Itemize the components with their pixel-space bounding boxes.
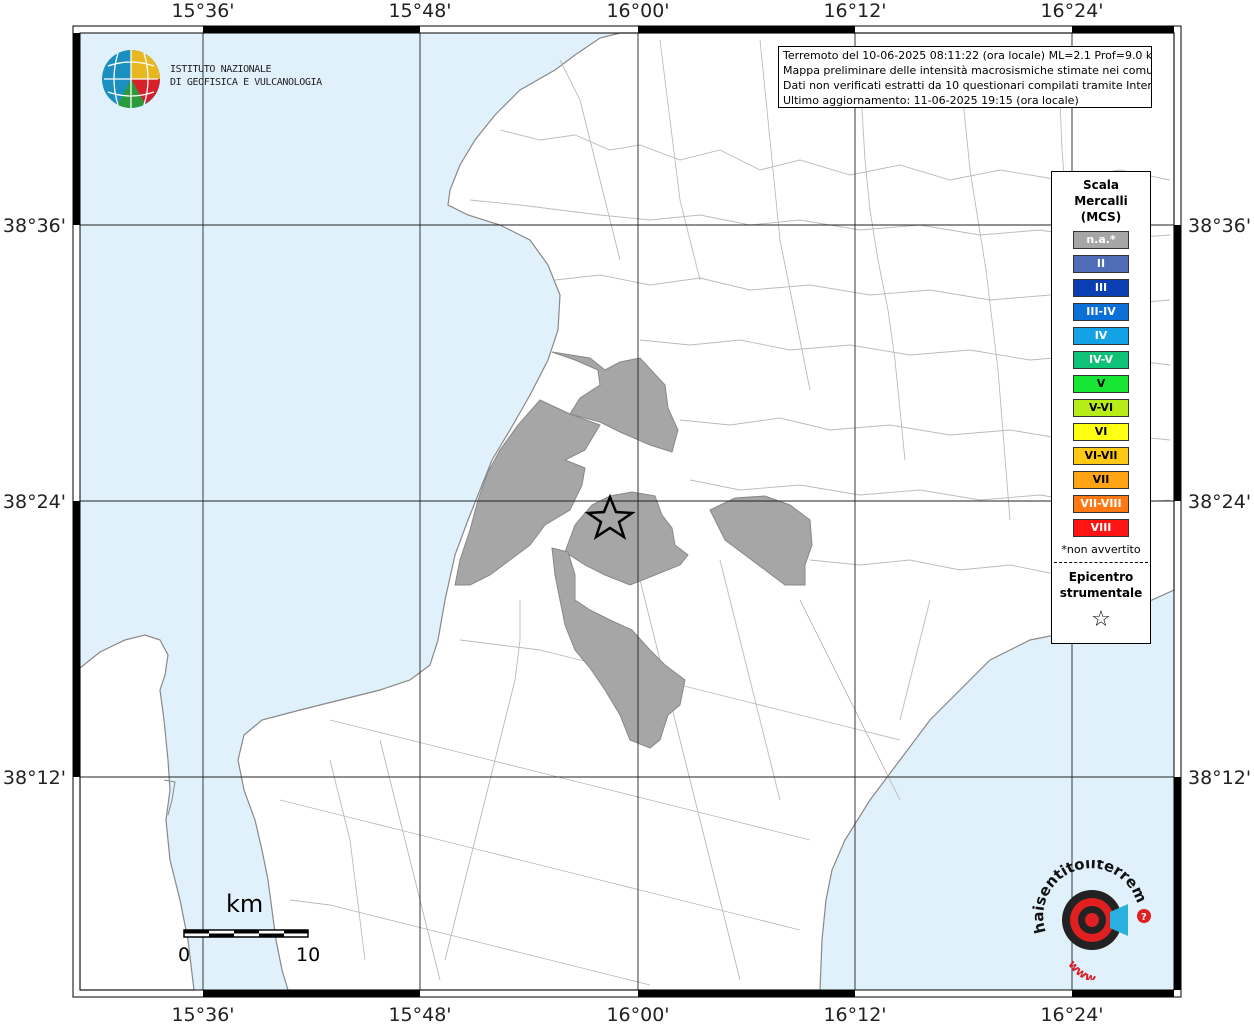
- lon-label: 16°00': [606, 0, 669, 22]
- lat-label: 38°24': [1188, 491, 1251, 513]
- scale-max: 10: [296, 944, 321, 966]
- epicenter-legend-icon: ☆: [1091, 607, 1111, 632]
- svg-text:?: ?: [1141, 912, 1147, 923]
- legend-swatch: VII: [1073, 471, 1129, 489]
- ingv-name: ISTITUTO NAZIONALE DI GEOFISICA E VULCAN…: [170, 63, 322, 89]
- lat-label: 38°12': [3, 767, 66, 789]
- lat-labels-left: 38°36' 38°24' 38°12': [3, 215, 66, 789]
- legend-title: Scala Mercalli (MCS): [1074, 178, 1128, 224]
- lon-label: 16°12': [823, 1004, 886, 1024]
- legend-swatch: V-VI: [1073, 399, 1129, 417]
- lat-label: 38°36': [1188, 215, 1251, 237]
- legend-swatch: II: [1073, 255, 1129, 273]
- lat-label: 38°12': [1188, 767, 1251, 789]
- lon-label: 15°36': [171, 1004, 234, 1024]
- lon-label: 16°24': [1040, 1004, 1103, 1024]
- lon-labels-bottom: 15°36' 15°48' 16°00' 16°12' 16°24': [171, 1004, 1103, 1024]
- legend-divider: [1054, 562, 1148, 563]
- intensity-legend: Scala Mercalli (MCS) n.a.* II III III-IV IV I…: [1051, 171, 1151, 644]
- legend-swatch: IV-V: [1073, 351, 1129, 369]
- legend-swatches: n.a.* II III III-IV IV IV-V V V-VI VI VI-VII VII VI…: [1052, 231, 1150, 537]
- event-info-box: Terremoto del 10-06-2025 08:11:22 (ora l…: [778, 46, 1152, 108]
- lon-label: 16°00': [606, 1004, 669, 1024]
- lat-labels-right: 38°36' 38°24' 38°12': [1188, 215, 1251, 789]
- scale-min: 0: [178, 944, 191, 966]
- lon-label: 15°48': [388, 1004, 451, 1024]
- legend-swatch: III: [1073, 279, 1129, 297]
- lon-label: 15°48': [388, 0, 451, 22]
- hai-sentito-logo: haisentitoilterremoto.it www ?: [1023, 846, 1158, 986]
- legend-swatch: V: [1073, 375, 1129, 393]
- lon-label: 16°24': [1040, 0, 1103, 22]
- lon-label: 15°36': [171, 0, 234, 22]
- ingv-name-line2: DI GEOFISICA E VULCANOLOGIA: [170, 77, 322, 88]
- ingv-name-line1: ISTITUTO NAZIONALE: [170, 64, 272, 75]
- scale-bar: [183, 929, 309, 938]
- legend-epicenter-label: Epicentro strumentale: [1059, 570, 1143, 600]
- event-info-line: Terremoto del 10-06-2025 08:11:22 (ora l…: [783, 49, 1152, 62]
- logo-url: www: [1065, 957, 1098, 986]
- legend-swatch: VI: [1073, 423, 1129, 441]
- event-info-line: Dati non verificati estratti da 10 quest…: [783, 79, 1152, 92]
- ingv-logo: [100, 48, 162, 114]
- scale-unit: km: [226, 890, 264, 918]
- legend-swatch: VI-VII: [1073, 447, 1129, 465]
- legend-note: *non avvertito: [1061, 543, 1141, 556]
- legend-swatch: VIII: [1073, 519, 1129, 537]
- lon-labels-top: 15°36' 15°48' 16°00' 16°12' 16°24': [171, 0, 1103, 22]
- lat-label: 38°36': [3, 215, 66, 237]
- event-info-line: Mappa preliminare delle intensità macros…: [783, 64, 1152, 77]
- lon-label: 16°12': [823, 0, 886, 22]
- legend-swatch: VII-VIII: [1073, 495, 1129, 513]
- legend-swatch: n.a.*: [1073, 231, 1129, 249]
- lat-label: 38°24': [3, 491, 66, 513]
- legend-swatch: IV: [1073, 327, 1129, 345]
- event-info-line: Ultimo aggiornamento: 11-06-2025 19:15 (…: [783, 94, 1079, 107]
- svg-text:www: www: [1065, 957, 1098, 980]
- legend-swatch: III-IV: [1073, 303, 1129, 321]
